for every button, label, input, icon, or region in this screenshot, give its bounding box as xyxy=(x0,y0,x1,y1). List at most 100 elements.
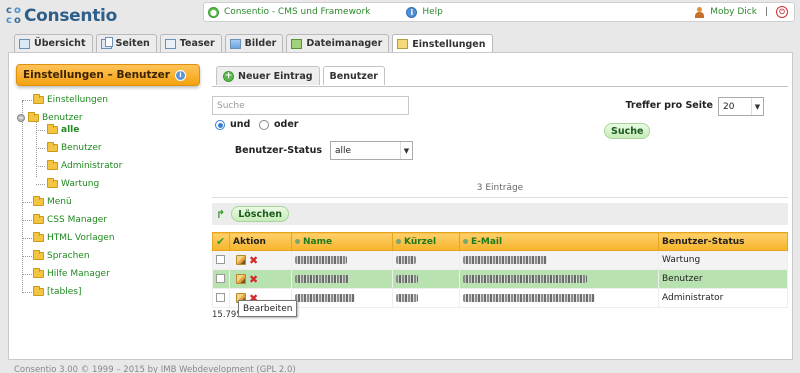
tree-item-administrator[interactable]: Administrator xyxy=(47,160,122,171)
delete-icon[interactable]: ✖ xyxy=(249,254,258,267)
redacted-name xyxy=(295,293,355,302)
dropdown-arrow-icon: ▼ xyxy=(751,98,763,115)
col-short[interactable]: Kürzel xyxy=(392,232,460,251)
table-row: ✖ Benutzer xyxy=(212,269,788,289)
radio-and-button[interactable] xyxy=(215,119,225,130)
delete-button[interactable]: Löschen xyxy=(231,206,290,222)
redacted-email xyxy=(463,274,587,283)
folder-icon xyxy=(47,160,58,170)
sort-icon xyxy=(463,238,468,244)
sidebar-title: Einstellungen – Benutzer i xyxy=(16,64,200,86)
tab-new-entry[interactable]: + Neuer Eintrag xyxy=(216,66,320,85)
tree-item-benutzer-group[interactable]: − Benutzer xyxy=(17,112,83,123)
bulk-toolbar: ↱ Löschen xyxy=(212,203,788,225)
redacted-short xyxy=(396,293,418,302)
sort-icon xyxy=(396,238,401,244)
edit-icon[interactable] xyxy=(236,255,246,265)
search-button[interactable]: Suche xyxy=(604,123,651,139)
col-user-status: Benutzer-Status xyxy=(658,232,788,251)
tree-item-sprachen[interactable]: Sprachen xyxy=(33,250,90,261)
row-status: Wartung xyxy=(658,250,788,270)
logo-text: Consentio xyxy=(24,6,117,26)
row-status: Benutzer xyxy=(658,269,788,289)
redacted-email xyxy=(463,293,595,302)
tab-overview[interactable]: Übersicht xyxy=(14,34,93,52)
redacted-short xyxy=(396,274,418,283)
collapse-icon[interactable]: − xyxy=(17,114,25,122)
search-input[interactable] xyxy=(212,96,409,115)
hits-per-page-select[interactable]: 20 ▼ xyxy=(718,97,764,116)
tree-item-menu[interactable]: Menü xyxy=(33,196,72,207)
help-link-group[interactable]: i Help xyxy=(406,6,443,18)
sort-icon xyxy=(295,238,300,244)
radio-or[interactable]: oder xyxy=(259,119,298,130)
folder-icon xyxy=(47,178,58,188)
radio-or-button[interactable] xyxy=(259,119,269,130)
tree-item-benutzer[interactable]: Benutzer xyxy=(47,142,102,153)
filemanager-icon xyxy=(291,38,303,49)
tree-item-tables[interactable]: [tables] xyxy=(33,286,82,297)
plus-icon: + xyxy=(223,70,234,82)
col-email[interactable]: E-Mail xyxy=(459,232,659,251)
users-table: ✔ Aktion Name Kürzel E-Mail Benutzer-Sta… xyxy=(212,232,788,308)
tree-item-wartung[interactable]: Wartung xyxy=(47,178,99,189)
teaser-icon xyxy=(164,38,176,49)
table-header-row: ✔ Aktion Name Kürzel E-Mail Benutzer-Sta… xyxy=(212,232,788,251)
tree-item-einstellungen[interactable]: Einstellungen xyxy=(33,94,108,105)
row-checkbox[interactable] xyxy=(216,293,225,302)
folder-icon xyxy=(33,268,44,278)
main-tabs: Übersicht Seiten Teaser Bilder Dateimana… xyxy=(14,34,493,53)
home-link[interactable]: Consentio - CMS und Framework xyxy=(224,7,370,17)
tab-pages[interactable]: Seiten xyxy=(95,34,157,52)
home-icon: ● xyxy=(208,6,219,18)
folder-icon xyxy=(47,124,58,134)
tab-teaser[interactable]: Teaser xyxy=(159,34,222,52)
redacted-name xyxy=(295,255,347,264)
tab-filemanager[interactable]: Dateimanager xyxy=(286,34,390,52)
tab-users[interactable]: Benutzer xyxy=(322,66,385,85)
user-name-link[interactable]: Moby Dick xyxy=(710,7,757,17)
tree-item-html-vorlagen[interactable]: HTML Vorlagen xyxy=(33,232,115,243)
tree-item-hilfe-manager[interactable]: Hilfe Manager xyxy=(33,268,110,279)
table-row: ✖ Wartung xyxy=(212,250,788,270)
tree-item-alle[interactable]: alle xyxy=(47,124,79,135)
checkmark-icon: ✔ xyxy=(216,235,226,248)
overview-icon xyxy=(19,38,30,49)
folder-icon xyxy=(33,196,44,206)
redacted-email xyxy=(463,255,547,264)
info-icon: i xyxy=(406,6,418,18)
redacted-short xyxy=(396,255,416,264)
folder-icon xyxy=(33,214,44,224)
logout-power-icon[interactable]: ⏻ xyxy=(776,6,788,18)
main-panel: Einstellungen – Benutzer i Einstellungen… xyxy=(8,52,793,360)
edit-icon[interactable] xyxy=(236,274,246,284)
help-link[interactable]: Help xyxy=(422,7,443,17)
settings-icon xyxy=(397,39,409,49)
redacted-name xyxy=(295,274,349,283)
row-checkbox[interactable] xyxy=(216,274,225,283)
col-name[interactable]: Name xyxy=(291,232,393,251)
folder-icon xyxy=(33,232,44,242)
row-checkbox[interactable] xyxy=(216,255,225,264)
consentio-logo[interactable]: co co Consentio xyxy=(6,3,117,29)
separator: | xyxy=(764,7,768,17)
logo-mark: co co xyxy=(6,5,21,26)
hits-per-page-label: Treffer pro Seite xyxy=(625,100,713,111)
delete-icon[interactable]: ✖ xyxy=(249,273,258,286)
folder-icon xyxy=(47,142,58,152)
tree-item-css-manager[interactable]: CSS Manager xyxy=(33,214,107,225)
user-status-select[interactable]: alle ▼ xyxy=(330,141,413,160)
info-icon[interactable]: i xyxy=(174,69,186,81)
radio-and[interactable]: und xyxy=(215,119,250,130)
user-area: Moby Dick | ⏻ xyxy=(694,6,788,18)
home-link-group[interactable]: ● Consentio - CMS und Framework xyxy=(208,6,370,18)
tab-images[interactable]: Bilder xyxy=(224,34,284,52)
user-icon xyxy=(694,6,705,18)
folder-icon xyxy=(33,94,44,104)
folder-icon xyxy=(33,250,44,260)
select-all-checkbox[interactable]: ✔ xyxy=(212,232,230,251)
top-bar: ● Consentio - CMS und Framework i Help M… xyxy=(203,2,795,22)
dropdown-arrow-icon: ▼ xyxy=(400,142,412,159)
col-action: Aktion xyxy=(229,232,292,251)
tab-settings[interactable]: Einstellungen xyxy=(392,34,493,53)
